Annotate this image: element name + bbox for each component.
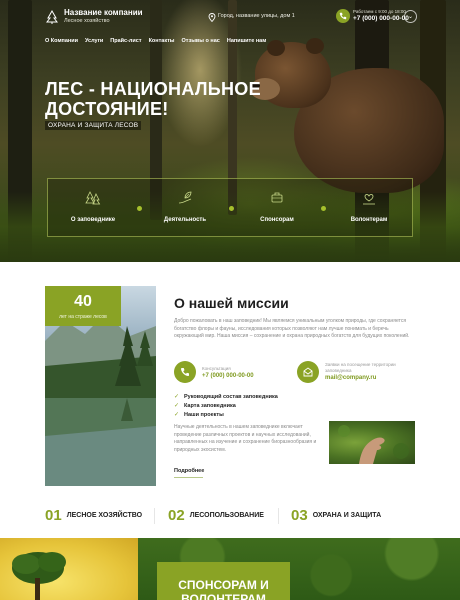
company-name[interactable]: Название компании: [64, 8, 143, 17]
location-pin-icon: [208, 13, 216, 22]
header-phone-link[interactable]: +7 (000) 000-00-00: [353, 15, 409, 22]
phone-icon[interactable]: [336, 9, 350, 23]
nav-item-reviews[interactable]: Отзывы о нас: [182, 38, 220, 44]
service-label: ОХРАНА И ЗАЩИТА: [312, 512, 382, 519]
main-nav: О Компании Услуги Прайс-лист Контакты От…: [45, 38, 266, 44]
feature-label: Спонсорам: [260, 217, 294, 223]
list-item-label: Наши проекты: [184, 411, 224, 418]
email-link[interactable]: mail@company.ru: [325, 375, 376, 381]
email-caption: Заявки на посещение территории заповедни…: [325, 362, 396, 373]
service-label: ЛЕСНОЕ ХОЗЯЙСТВО: [66, 512, 143, 519]
nav-item-write-us[interactable]: Напишите нам: [227, 38, 266, 44]
consult-phone-icon[interactable]: [174, 361, 196, 383]
nav-item-contacts[interactable]: Контакты: [149, 38, 175, 44]
envelope-icon: [303, 367, 313, 377]
nav-item-about[interactable]: О Компании: [45, 38, 78, 44]
feature-volunteers[interactable]: Волонтерам: [324, 179, 414, 238]
hand-moss-graphic: [338, 425, 409, 464]
check-icon: ✓: [174, 411, 180, 418]
nav-item-pricelist[interactable]: Прайс-лист: [110, 38, 141, 44]
service-label: ЛЕСОПОЛЬЗОВАНИЕ: [189, 512, 264, 519]
years-stat-value: 40: [74, 293, 92, 310]
features-bar: О заповеднике Деятельность Спонсорам Вол…: [47, 178, 413, 237]
menu-toggle-button[interactable]: ⌄: [404, 10, 417, 23]
working-hours: Работаем с 9:00 до 18:00: [353, 9, 406, 14]
tree-graphic: [12, 552, 66, 600]
sponsor-hands-icon: [271, 192, 283, 203]
hero-title: ЛЕС - НАЦИОНАЛЬНОЕ ДОСТОЯНИЕ!: [45, 79, 261, 119]
heart-hand-icon: [363, 194, 375, 205]
email-icon[interactable]: [297, 361, 319, 383]
divider: [154, 508, 155, 524]
hand-leaf-icon: [178, 191, 192, 204]
feature-label: О заповеднике: [70, 217, 116, 223]
more-link[interactable]: Подробнее: [174, 468, 204, 474]
sponsor-title: СПОНСОРАМ И ВОЛОНТЕРАМ: [178, 578, 269, 600]
years-stat-caption: лет на страже лесов: [59, 314, 107, 320]
list-item[interactable]: ✓ Наши проекты: [174, 410, 278, 419]
check-icon: ✓: [174, 393, 180, 400]
service-number: 01: [45, 507, 62, 524]
service-item-land-use[interactable]: 02 ЛЕСОПОЛЬЗОВАНИЕ: [168, 507, 264, 524]
address-text: Город, название улицы, дом 1: [218, 13, 295, 19]
feature-sponsors[interactable]: Спонсорам: [232, 179, 322, 238]
list-item-label: Руководящий состав заповедника: [184, 393, 278, 400]
hero-subtitle: ОХРАНА И ЗАЩИТА ЛЕСОВ: [45, 121, 142, 130]
sponsor-banner[interactable]: СПОНСОРАМ И ВОЛОНТЕРАМ: [157, 562, 290, 600]
tree-logo-icon[interactable]: [45, 10, 59, 24]
company-subtitle: Лесное хозяйство: [64, 18, 110, 24]
phone-glyph-icon: [181, 368, 189, 377]
bear-ear: [306, 38, 324, 54]
service-item-protection[interactable]: 03 ОХРАНА И ЗАЩИТА: [291, 507, 381, 524]
trees-icon: [85, 191, 101, 205]
years-stat-box: 40 лет на страже лесов: [45, 286, 121, 326]
feature-label: Волонтерам: [350, 217, 388, 223]
hand-on-moss-image: [329, 421, 415, 464]
mission-text: Добро пожаловать в наш заповедник! Мы яв…: [174, 318, 410, 339]
tree-sunset-image: [0, 538, 138, 600]
list-item[interactable]: ✓ Руководящий состав заповедника: [174, 392, 278, 401]
service-item-forestry[interactable]: 01 ЛЕСНОЕ ХОЗЯЙСТВО: [45, 507, 142, 524]
list-item[interactable]: ✓ Карта заповедника: [174, 401, 278, 410]
consult-phone-link[interactable]: +7 (000) 000-00-00: [202, 373, 254, 379]
check-icon: ✓: [174, 402, 180, 409]
chevron-down-icon: ⌄: [407, 14, 414, 20]
divider: [278, 508, 279, 524]
top-bar: Название компании Лесное хозяйство Город…: [0, 0, 460, 36]
service-number: 02: [168, 507, 185, 524]
list-item-label: Карта заповедника: [184, 402, 236, 409]
feature-activity[interactable]: Деятельность: [140, 179, 230, 238]
hero-section: Название компании Лесное хозяйство Город…: [0, 0, 460, 262]
bear-ear: [267, 40, 285, 56]
mission-checklist: ✓ Руководящий состав заповедника ✓ Карта…: [174, 392, 278, 419]
feature-about-reserve[interactable]: О заповеднике: [48, 179, 138, 238]
mission-title: О нашей миссии: [174, 295, 289, 311]
phone-glyph-icon: [339, 12, 347, 20]
consult-caption: Консультация: [202, 366, 231, 371]
research-text: Научные деятельность в нашем заповеднике…: [174, 424, 317, 453]
nav-item-services[interactable]: Услуги: [85, 38, 103, 44]
feature-label: Деятельность: [163, 217, 207, 223]
more-link-underline: [174, 477, 203, 478]
service-number: 03: [291, 507, 308, 524]
